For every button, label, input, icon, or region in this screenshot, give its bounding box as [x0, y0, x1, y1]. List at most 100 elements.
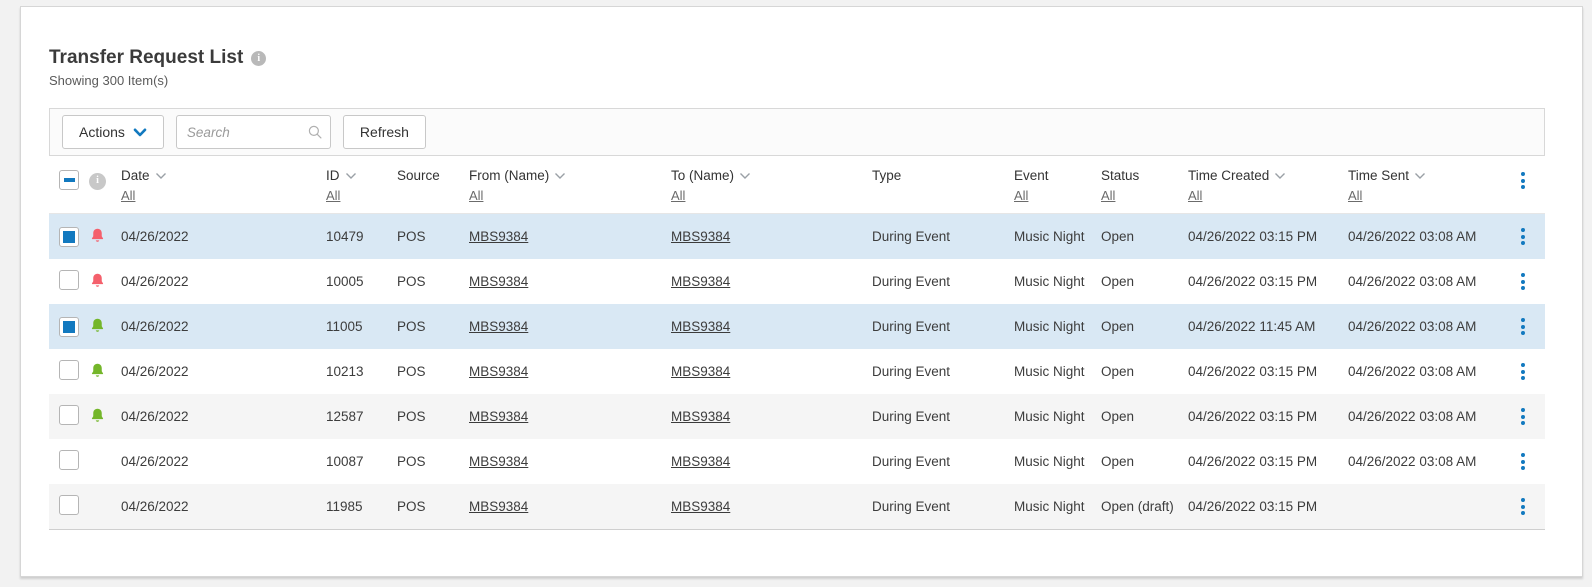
column-header-event: Event All: [1014, 167, 1101, 205]
refresh-button[interactable]: Refresh: [342, 115, 426, 149]
cell-to: MBS9384: [671, 364, 872, 379]
cell-from: MBS9384: [469, 274, 671, 289]
table-row[interactable]: 04/26/2022 12587 POS MBS9384 MBS9384 During E…: [49, 394, 1545, 439]
table-row[interactable]: 04/26/2022 10213 POS MBS9384 MBS9384 During E…: [49, 349, 1545, 394]
row-menu-kebab-icon[interactable]: [1518, 495, 1528, 518]
cell-event: Music Night: [1014, 229, 1085, 244]
table-row[interactable]: 04/26/2022 11985 POS MBS9384 MBS9384 During E…: [49, 484, 1545, 529]
row-checkbox[interactable]: [59, 450, 79, 470]
cell-time-sent: 04/26/2022 03:08 AM: [1348, 364, 1477, 379]
to-link[interactable]: MBS9384: [671, 499, 730, 514]
from-link[interactable]: MBS9384: [469, 499, 528, 514]
cell-to: MBS9384: [671, 229, 872, 244]
table-row[interactable]: 04/26/2022 10087 POS MBS9384 MBS9384 During E…: [49, 439, 1545, 484]
cell-event: Music Night: [1014, 454, 1085, 469]
sort-chevron-icon: [555, 173, 566, 179]
cell-time-sent: 04/26/2022 03:08 AM: [1348, 229, 1477, 244]
cell-id: 10213: [326, 364, 364, 379]
filter-all-link-sent[interactable]: All: [1348, 187, 1362, 205]
alert-bell-icon: [89, 271, 106, 290]
filter-all-link-event[interactable]: All: [1014, 187, 1028, 205]
cell-type: During Event: [872, 409, 951, 424]
filter-all-link-status[interactable]: All: [1101, 187, 1115, 205]
row-checkbox[interactable]: [59, 360, 79, 380]
transfer-request-table: i Date All ID All Source From (Name) All To (Na…: [49, 156, 1545, 530]
to-link[interactable]: MBS9384: [671, 229, 730, 244]
cell-source: POS: [397, 364, 426, 379]
from-link[interactable]: MBS9384: [469, 409, 528, 424]
cell-type: During Event: [872, 319, 951, 334]
row-menu-kebab-icon[interactable]: [1518, 270, 1528, 293]
cell-date: 04/26/2022: [121, 319, 189, 334]
to-link[interactable]: MBS9384: [671, 454, 730, 469]
filter-all-link-date[interactable]: All: [121, 187, 135, 205]
cell-status: Open: [1101, 454, 1135, 469]
column-header-sent[interactable]: Time Sent All: [1348, 167, 1501, 205]
from-link[interactable]: MBS9384: [469, 364, 528, 379]
cell-to: MBS9384: [671, 409, 872, 424]
column-header-id[interactable]: ID All: [326, 167, 397, 205]
filter-all-link-to[interactable]: All: [671, 187, 685, 205]
row-checkbox[interactable]: [59, 270, 79, 290]
to-link[interactable]: MBS9384: [671, 409, 730, 424]
row-checkbox[interactable]: [59, 495, 79, 515]
from-link[interactable]: MBS9384: [469, 229, 528, 244]
header-info-icon[interactable]: i: [89, 172, 106, 190]
table-row[interactable]: 04/26/2022 10005 POS MBS9384 MBS9384 During E…: [49, 259, 1545, 304]
cell-time-created: 04/26/2022 03:15 PM: [1188, 274, 1318, 289]
page-title: Transfer Request List: [49, 47, 244, 68]
alert-bell-icon: [89, 316, 106, 335]
cell-id: 10479: [326, 229, 364, 244]
filter-all-link-created[interactable]: All: [1188, 187, 1202, 205]
column-header-from[interactable]: From (Name) All: [469, 167, 671, 205]
row-checkbox[interactable]: [59, 316, 79, 337]
filter-all-link-from[interactable]: All: [469, 187, 483, 205]
row-menu-kebab-icon[interactable]: [1518, 450, 1528, 473]
column-label: Date: [121, 168, 150, 183]
cell-from: MBS9384: [469, 229, 671, 244]
row-menu-kebab-icon[interactable]: [1518, 360, 1528, 383]
actions-button[interactable]: Actions: [62, 115, 164, 149]
cell-from: MBS9384: [469, 454, 671, 469]
table-row[interactable]: 04/26/2022 10479 POS MBS9384 MBS9384 During E…: [49, 214, 1545, 259]
select-all-checkbox[interactable]: [59, 170, 79, 190]
cell-source: POS: [397, 319, 426, 334]
column-header-created[interactable]: Time Created All: [1188, 167, 1348, 205]
from-link[interactable]: MBS9384: [469, 319, 528, 334]
cell-time-sent: 04/26/2022 03:08 AM: [1348, 454, 1477, 469]
row-menu-kebab-icon[interactable]: [1518, 225, 1528, 248]
cell-from: MBS9384: [469, 319, 671, 334]
column-header-to[interactable]: To (Name) All: [671, 167, 872, 205]
cell-time-sent: 04/26/2022 03:08 AM: [1348, 274, 1477, 289]
title-info-icon[interactable]: i: [251, 50, 267, 66]
row-menu-kebab-icon[interactable]: [1518, 315, 1528, 338]
to-link[interactable]: MBS9384: [671, 319, 730, 334]
cell-to: MBS9384: [671, 319, 872, 334]
from-link[interactable]: MBS9384: [469, 274, 528, 289]
alert-bell-icon: [89, 226, 106, 245]
item-count-label: Showing 300 Item(s): [49, 73, 169, 88]
to-link[interactable]: MBS9384: [671, 364, 730, 379]
column-label: Time Created: [1188, 168, 1270, 183]
from-link[interactable]: MBS9384: [469, 454, 528, 469]
column-header-date[interactable]: Date All: [121, 167, 326, 205]
alert-bell-icon: [89, 361, 106, 380]
row-menu-kebab-icon[interactable]: [1518, 405, 1528, 428]
row-checkbox[interactable]: [59, 226, 79, 247]
header-kebab-anchor: [1501, 167, 1545, 192]
column-header-status: Status All: [1101, 167, 1188, 205]
row-checkbox[interactable]: [59, 405, 79, 425]
table-menu-kebab-icon[interactable]: [1518, 169, 1528, 192]
to-link[interactable]: MBS9384: [671, 274, 730, 289]
cell-event: Music Night: [1014, 319, 1085, 334]
cell-source: POS: [397, 454, 426, 469]
cell-time-sent: 04/26/2022 03:08 AM: [1348, 319, 1477, 334]
cell-source: POS: [397, 499, 426, 514]
table-body: 04/26/2022 10479 POS MBS9384 MBS9384 During E…: [49, 214, 1545, 529]
cell-status: Open (draft): [1101, 499, 1174, 514]
filter-all-link-id[interactable]: All: [326, 187, 340, 205]
cell-date: 04/26/2022: [121, 229, 189, 244]
table-row[interactable]: 04/26/2022 11005 POS MBS9384 MBS9384 During E…: [49, 304, 1545, 349]
cell-status: Open: [1101, 229, 1135, 244]
cell-source: POS: [397, 274, 426, 289]
